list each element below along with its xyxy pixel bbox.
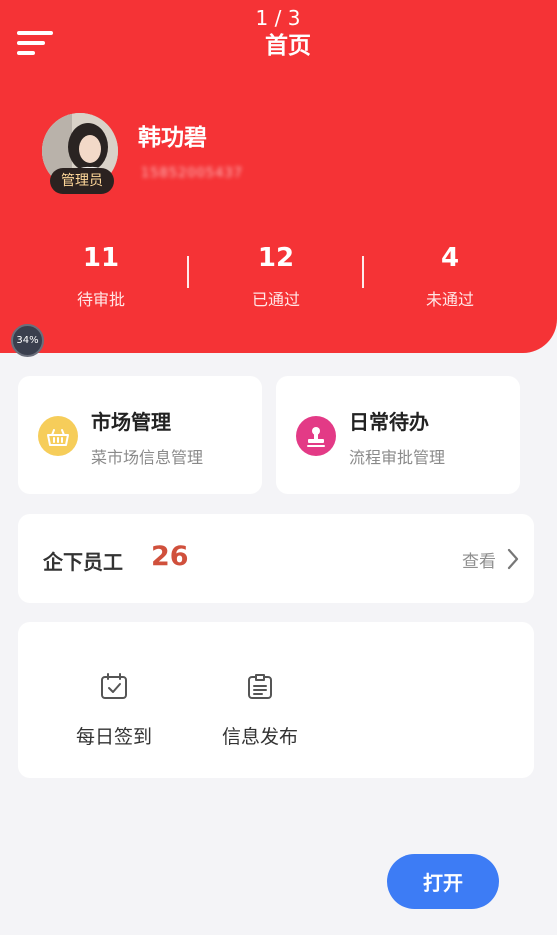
menu-icon[interactable] (17, 31, 53, 57)
market-management-card[interactable]: 市场管理 菜市场信息管理 (18, 376, 262, 494)
clipboard-icon (248, 674, 272, 699)
stat-approved-value: 12 (257, 243, 295, 273)
basket-icon (38, 416, 78, 456)
feature-title: 市场管理 (91, 410, 171, 434)
tool-label: 每日签到 (75, 726, 152, 748)
stat-pending-label: 待审批 (76, 290, 125, 309)
stamp-icon (296, 416, 336, 456)
feature-subtitle: 流程审批管理 (349, 448, 446, 467)
staff-card: 企下员工 26 查看 (18, 514, 534, 603)
profile-header: 1 / 3 首页 管理员 韩功碧 15852005437 11 待审批 12 已… (0, 0, 557, 353)
tool-label: 信息发布 (221, 726, 298, 748)
stat-rejected[interactable]: 4 未通过 (363, 240, 537, 310)
user-phone: 15852005437 (141, 166, 243, 181)
calendar-check-icon (101, 673, 127, 699)
view-label: 查看 (462, 551, 496, 572)
stat-rejected-value: 4 (440, 243, 460, 273)
info-publish-button[interactable]: 信息发布 (210, 672, 310, 749)
stat-rejected-label: 未通过 (425, 290, 474, 309)
feature-subtitle: 菜市场信息管理 (91, 448, 204, 467)
stat-approved-label: 已通过 (251, 290, 300, 309)
feature-title: 日常待办 (349, 410, 429, 434)
staff-label: 企下员工 (43, 550, 123, 574)
tools-card: 每日签到 信息发布 (18, 622, 534, 778)
daily-todo-card[interactable]: 日常待办 流程审批管理 (276, 376, 520, 494)
user-name: 韩功碧 (138, 125, 207, 151)
stat-pending-value: 11 (82, 243, 120, 273)
stat-approved[interactable]: 12 已通过 (189, 240, 363, 310)
role-badge: 管理员 (50, 168, 114, 194)
open-button[interactable]: 打开 (387, 854, 499, 909)
daily-checkin-button[interactable]: 每日签到 (64, 672, 164, 749)
staff-count: 26 (151, 541, 189, 572)
progress-badge[interactable]: 34% (11, 324, 44, 357)
chevron-right-icon (507, 548, 519, 570)
view-staff-link[interactable]: 查看 (462, 542, 520, 576)
page-title: 首页 (265, 33, 311, 59)
stat-pending[interactable]: 11 待审批 (14, 240, 188, 310)
